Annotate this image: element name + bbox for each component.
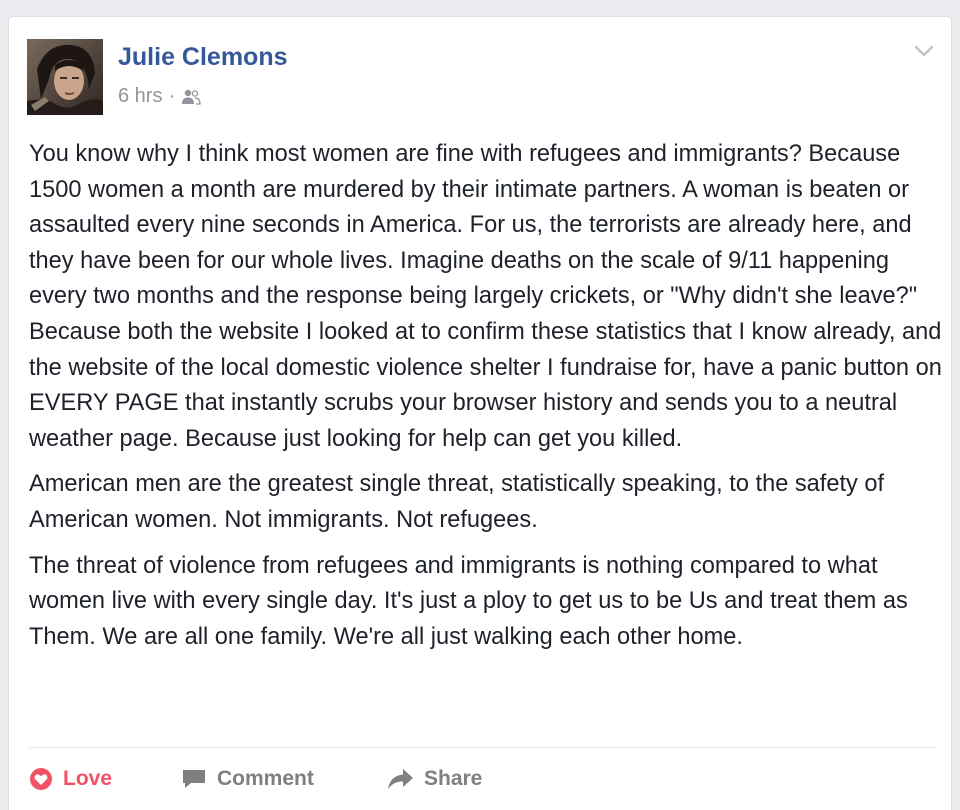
actions-divider (29, 747, 935, 748)
author-avatar[interactable] (27, 39, 103, 115)
post-paragraph: The threat of violence from refugees and… (29, 552, 908, 650)
comment-label: Comment (217, 767, 314, 790)
comment-button[interactable]: Comment (181, 767, 386, 791)
post-meta: 6 hrs · (118, 85, 201, 108)
action-bar: Love Comment Share (29, 761, 482, 797)
post-card: Julie Clemons 6 hrs · You know why I thi… (8, 16, 952, 810)
love-label: Love (63, 767, 113, 790)
comment-icon (183, 770, 205, 788)
post-body: You know why I think most women are fine… (29, 137, 945, 665)
share-button[interactable]: Share (386, 767, 482, 791)
post-paragraph: You know why I think most women are fine… (29, 141, 942, 452)
love-button[interactable]: Love (29, 767, 181, 791)
share-arrow-icon (388, 769, 413, 789)
friends-icon[interactable] (181, 89, 201, 105)
meta-separator: · (168, 85, 176, 107)
post-timestamp[interactable]: 6 hrs (118, 85, 162, 108)
love-reaction-icon (30, 768, 52, 790)
author-name[interactable]: Julie Clemons (118, 43, 288, 72)
post-paragraph: American men are the greatest single thr… (29, 471, 885, 533)
avatar-photo (27, 39, 103, 115)
chevron-down-icon[interactable] (913, 43, 935, 59)
share-label: Share (424, 767, 483, 790)
